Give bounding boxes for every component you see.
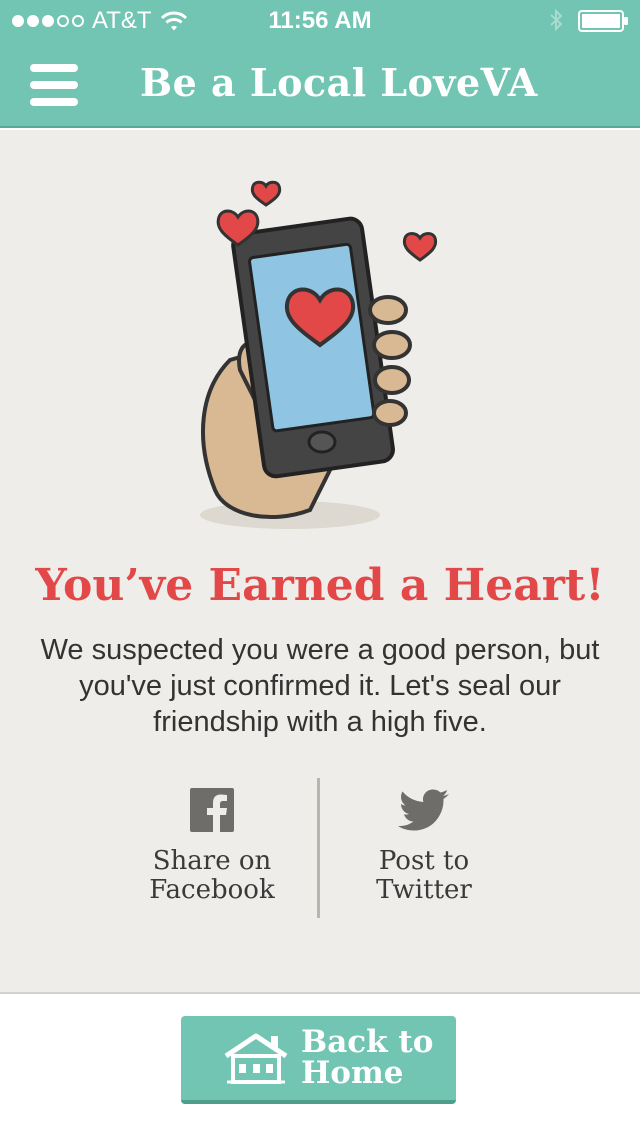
share-facebook-label: Share on Facebook [149, 846, 275, 905]
post-twitter-label: Post to Twitter [376, 846, 472, 905]
footer: Back to Home [0, 996, 640, 1136]
nav-bar: Be a Local LoveVA [0, 40, 640, 128]
facebook-icon [190, 788, 234, 832]
hamburger-menu-icon[interactable] [30, 64, 78, 106]
share-facebook-button[interactable]: Share on Facebook [122, 788, 302, 905]
back-to-home-label: Back to Home [301, 1024, 434, 1091]
status-time: 11:56 AM [268, 7, 372, 34]
reward-message: We suspected you were a good person, but… [40, 634, 600, 738]
home-icon [224, 1033, 288, 1084]
bluetooth-icon [550, 8, 563, 32]
battery-icon [578, 10, 628, 32]
share-row: Share on Facebook Post to Twitter [0, 778, 640, 918]
twitter-icon [398, 789, 449, 831]
reward-headline: You’ve Earned a Heart! [35, 560, 605, 611]
share-divider [317, 778, 320, 918]
reward-content: You’ve Earned a Heart! We suspected you … [0, 130, 640, 994]
hand-holding-phone-illustration [200, 180, 438, 529]
status-bar: AT&T 11:56 AM [0, 0, 640, 40]
back-to-home-button[interactable]: Back to Home [181, 1016, 456, 1104]
app-title: Be a Local LoveVA [140, 60, 538, 105]
app-header: AT&T 11:56 AM Be a Local LoveVA [0, 0, 640, 128]
post-twitter-button[interactable]: Post to Twitter [334, 788, 514, 905]
